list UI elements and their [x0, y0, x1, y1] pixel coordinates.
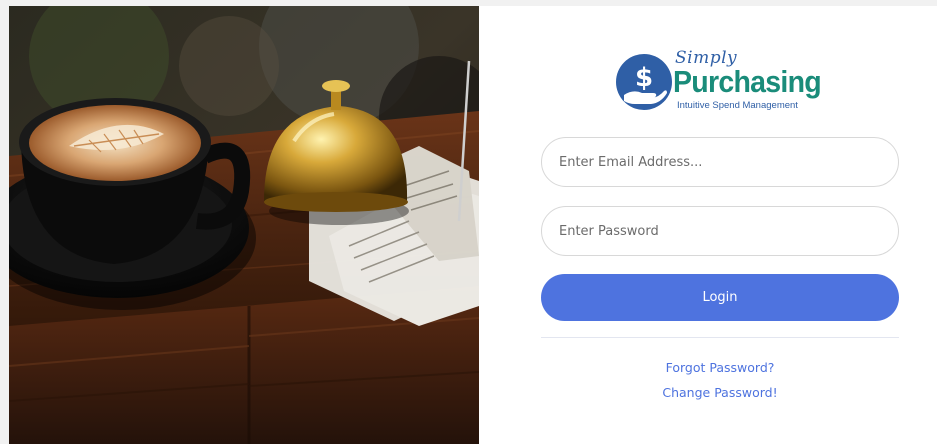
logo-purchasing-text: Purchasing	[673, 64, 822, 99]
simply-purchasing-logo: $ Simply Purchasing Intuitive Spend Mana…	[615, 48, 831, 116]
change-password-link[interactable]: Change Password!	[541, 385, 899, 400]
logo-dollar-symbol: $	[635, 63, 653, 93]
email-field[interactable]	[541, 137, 899, 187]
logo-tagline: Intuitive Spend Management	[677, 100, 798, 111]
login-card: $ Simply Purchasing Intuitive Spend Mana…	[9, 6, 937, 444]
form-divider	[541, 337, 899, 338]
forgot-password-link[interactable]: Forgot Password?	[541, 360, 899, 375]
login-button[interactable]: Login	[541, 274, 899, 321]
dollar-hand-icon: $	[615, 53, 673, 111]
login-panel: $ Simply Purchasing Intuitive Spend Mana…	[479, 6, 937, 444]
coffee-bell-receipts-photo	[9, 6, 479, 444]
password-field[interactable]	[541, 206, 899, 256]
